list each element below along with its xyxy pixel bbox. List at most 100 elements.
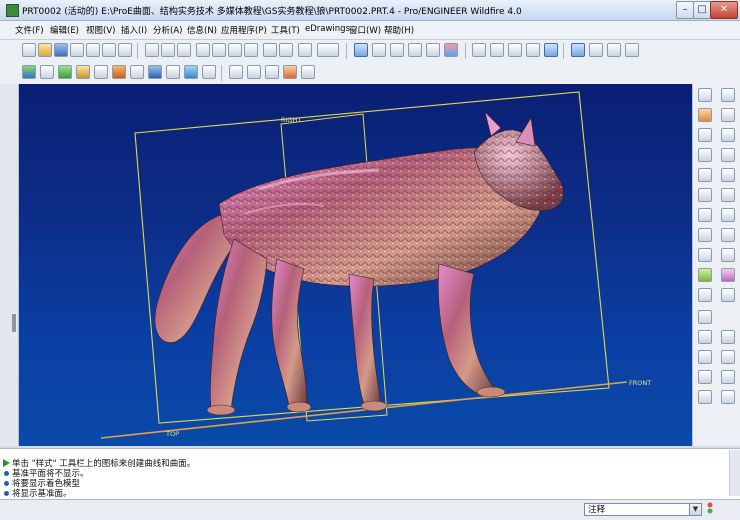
zoom-out-icon[interactable] (408, 43, 422, 57)
menu-window[interactable]: 窗口(W) (349, 24, 381, 36)
intersect-tool-icon[interactable] (698, 330, 712, 344)
wolf-model[interactable] (154, 111, 564, 416)
new-file-icon[interactable] (22, 43, 36, 57)
relations-icon[interactable] (148, 65, 162, 79)
menu-applications[interactable]: 应用程序(P) (221, 24, 267, 36)
coordinate-systems-toggle-icon[interactable] (625, 43, 639, 57)
camera-icon[interactable] (283, 65, 297, 79)
email-icon[interactable] (86, 43, 100, 57)
find-icon[interactable] (298, 43, 312, 57)
sketch-plane-icon[interactable] (721, 88, 735, 102)
settings-icon[interactable] (94, 65, 108, 79)
model-tree-icon[interactable] (22, 65, 36, 79)
parameters-icon[interactable] (166, 65, 180, 79)
coordinate-system-tool-icon[interactable] (698, 148, 712, 162)
menu-insert[interactable]: 插入(I) (121, 24, 147, 36)
blend-tool-icon[interactable] (721, 188, 735, 202)
regenerate-icon[interactable] (145, 43, 159, 57)
layers-icon[interactable] (40, 65, 54, 79)
orient-mode-icon[interactable] (372, 43, 386, 57)
selection-filter-dropdown[interactable]: 注释 (584, 503, 702, 516)
shading-icon[interactable] (526, 43, 540, 57)
section-icon[interactable] (247, 65, 261, 79)
view-manager-icon[interactable] (58, 65, 72, 79)
menu-view[interactable]: 视图(V) (86, 24, 115, 36)
warp-tool-icon[interactable] (721, 370, 735, 384)
menu-info[interactable]: 信息(N) (187, 24, 217, 36)
offset-tool-icon[interactable] (698, 350, 712, 364)
wireframe-icon[interactable] (472, 43, 486, 57)
hidden-line-icon[interactable] (490, 43, 504, 57)
datum-points-toggle-icon[interactable] (607, 43, 621, 57)
regenerate-model-icon[interactable] (263, 43, 277, 57)
close-button[interactable]: ✕ (710, 1, 738, 19)
navigator-collapsed-strip[interactable] (0, 84, 19, 446)
extrude-tool-icon[interactable] (698, 168, 712, 182)
user-icon[interactable] (76, 65, 90, 79)
shading-active-icon[interactable] (544, 43, 558, 57)
trim-tool-icon[interactable] (698, 288, 712, 302)
minimize-button[interactable]: – (676, 1, 694, 19)
menu-edrawings[interactable]: eDrawings (305, 24, 350, 34)
lights-icon[interactable] (301, 65, 315, 79)
save-icon[interactable] (54, 43, 68, 57)
revolve-tool-icon[interactable] (721, 168, 735, 182)
draft-tool-icon[interactable] (721, 228, 735, 242)
redo-icon[interactable] (177, 43, 191, 57)
datum-plane-tool-icon[interactable] (698, 108, 712, 122)
copy-icon[interactable] (212, 43, 226, 57)
measure-icon[interactable] (184, 65, 198, 79)
thicken-tool-icon[interactable] (721, 330, 735, 344)
datum-axes-toggle-icon[interactable] (589, 43, 603, 57)
datum-curve-tool-icon[interactable] (698, 128, 712, 142)
render-icon[interactable] (112, 65, 126, 79)
pattern-tool-icon[interactable] (721, 288, 735, 302)
paste-special-icon[interactable] (244, 43, 258, 57)
spin-center-icon[interactable] (130, 65, 144, 79)
zoom-in-icon[interactable] (390, 43, 404, 57)
datum-axis-tool-icon[interactable] (721, 108, 735, 122)
undo-icon[interactable] (161, 43, 175, 57)
xsec-icon[interactable] (265, 65, 279, 79)
shell-tool-icon[interactable] (721, 208, 735, 222)
extend-tool-icon[interactable] (721, 350, 735, 364)
appearance-gallery-icon[interactable] (444, 43, 458, 57)
print-icon[interactable] (70, 43, 84, 57)
datum-planes-toggle-icon[interactable] (571, 43, 585, 57)
chamfer-tool-icon[interactable] (721, 248, 735, 262)
maximize-button[interactable]: □ (693, 1, 711, 19)
message-scrollbar[interactable] (729, 450, 740, 496)
sash-grip-handle[interactable] (12, 314, 16, 332)
rib-tool-icon[interactable] (698, 228, 712, 242)
repaint-icon[interactable] (354, 43, 368, 57)
mirror-tool-icon[interactable] (698, 268, 712, 282)
selection-box-icon[interactable] (317, 43, 339, 57)
regen-manager-icon[interactable] (279, 43, 293, 57)
email-link-icon[interactable] (102, 43, 116, 57)
no-hidden-icon[interactable] (508, 43, 522, 57)
close-window-icon[interactable] (118, 43, 132, 57)
refit-icon[interactable] (426, 43, 440, 57)
menu-edit[interactable]: 编辑(E) (50, 24, 79, 36)
paste-icon[interactable] (228, 43, 242, 57)
graphics-window[interactable]: RIGHT FRONT TOP (19, 84, 692, 446)
style-tool-icon[interactable] (698, 310, 712, 324)
sweep-tool-icon[interactable] (698, 188, 712, 202)
chevron-down-icon[interactable]: ▼ (689, 504, 701, 515)
analysis-icon[interactable] (202, 65, 216, 79)
merge-tool-icon[interactable] (721, 268, 735, 282)
solidify-tool-icon[interactable] (698, 370, 712, 384)
variable-section-sweep-icon[interactable] (721, 390, 735, 404)
menu-tools[interactable]: 工具(T) (271, 24, 300, 36)
cut-icon[interactable] (196, 43, 210, 57)
datum-point-tool-icon[interactable] (721, 128, 735, 142)
hole-tool-icon[interactable] (698, 208, 712, 222)
round-tool-icon[interactable] (698, 248, 712, 262)
sketch-tool-icon[interactable] (698, 88, 712, 102)
open-file-icon[interactable] (38, 43, 52, 57)
boundary-blend-tool-icon[interactable] (698, 390, 712, 404)
menu-help[interactable]: 帮助(H) (384, 24, 414, 36)
menu-file[interactable]: 文件(F) (15, 24, 44, 36)
analysis-tool-icon[interactable] (721, 148, 735, 162)
sketch-tools-icon[interactable] (229, 65, 243, 79)
